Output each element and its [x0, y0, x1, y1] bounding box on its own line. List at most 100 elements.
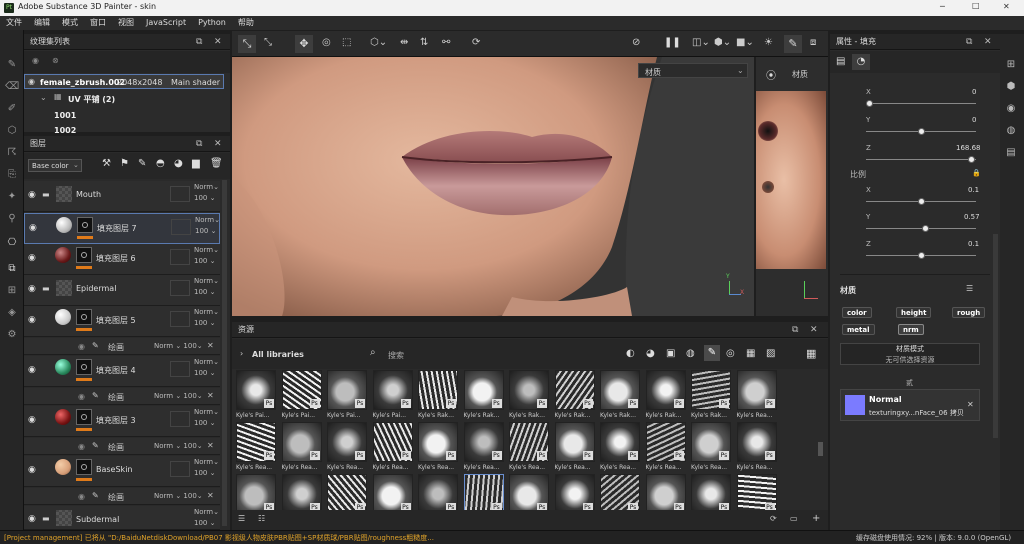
float-icon[interactable]: ⧉: [196, 34, 202, 50]
asset-thumbnail[interactable]: Ps: [327, 474, 367, 510]
maximize-button[interactable]: □: [972, 1, 980, 10]
float-icon[interactable]: ⧉: [792, 322, 798, 338]
paint-sublayer[interactable]: ◉ ✎ 绘画 Norm ⌄ 100⌄ ✕: [24, 438, 220, 455]
display-settings-icon[interactable]: ◈: [5, 306, 19, 320]
asset-thumbnail[interactable]: Ps: [600, 370, 640, 410]
asset-thumbnail[interactable]: Ps: [645, 474, 686, 510]
geometry-fill-icon[interactable]: ⬡: [5, 124, 19, 138]
environment-icon[interactable]: ◉: [1004, 102, 1018, 116]
layer-folder-mouth[interactable]: ◉ ▬ Mouth Norm⌄ 100 ⌄: [24, 181, 220, 212]
rotate-icon[interactable]: ◎: [322, 37, 331, 48]
light-icon[interactable]: ☀: [764, 37, 773, 48]
asset-thumbnail[interactable]: Ps: [554, 370, 595, 410]
paint-sublayer[interactable]: ◉ ✎ 绘画 Norm ⌄ 100⌄ ✕: [24, 338, 220, 355]
asset-thumbnail[interactable]: Ps: [281, 474, 322, 510]
filter-images-icon[interactable]: ▨: [766, 348, 775, 359]
eye-icon[interactable]: ◉: [28, 77, 35, 86]
asset-thumbnail[interactable]: Ps: [463, 422, 504, 462]
add-asset-icon[interactable]: +: [812, 513, 820, 524]
paint-sublayer[interactable]: ◉ ✎ 绘画 Norm ⌄ 100⌄ ✕: [24, 388, 220, 405]
menu-window[interactable]: 窗口: [84, 16, 112, 30]
material-mode-box[interactable]: 材质模式 无可供选择资源: [840, 343, 980, 365]
channel-color[interactable]: color: [842, 307, 872, 318]
sublayer-blend[interactable]: Norm ⌄ 100⌄: [154, 392, 203, 400]
scale-y-slider[interactable]: [866, 228, 976, 229]
scale-y-knob[interactable]: [922, 225, 929, 232]
float-icon[interactable]: ⧉: [966, 34, 972, 50]
asset-thumbnail[interactable]: Ps: [236, 370, 276, 410]
link-icon[interactable]: ⊗: [52, 56, 59, 65]
scale-z-value[interactable]: 0.1: [968, 240, 979, 248]
asset-thumbnail[interactable]: Ps: [236, 474, 276, 510]
asset-thumbnail[interactable]: Ps: [554, 422, 595, 462]
asset-thumbnail[interactable]: Ps: [509, 474, 549, 510]
clone-tool-icon[interactable]: ⎘: [5, 168, 19, 182]
assets-scrollbar[interactable]: [818, 442, 823, 456]
eye-icon[interactable]: ◉: [29, 223, 37, 233]
effects-icon[interactable]: ⚒: [102, 158, 111, 169]
remove-texture-icon[interactable]: ✕: [967, 400, 974, 409]
display-icon[interactable]: ⬢: [1004, 80, 1018, 94]
menu-edit[interactable]: 编辑: [28, 16, 56, 30]
asset-thumbnail[interactable]: Ps: [691, 370, 731, 410]
asset-thumbnail[interactable]: Ps: [281, 422, 322, 462]
split-view-icon[interactable]: ◫⌄: [692, 37, 710, 48]
pos-y-knob[interactable]: [918, 128, 925, 135]
asset-thumbnail[interactable]: Ps: [463, 474, 504, 510]
cube-display-icon[interactable]: ⬢⌄: [714, 37, 731, 48]
pos-x-slider[interactable]: [866, 103, 976, 104]
lock-icon[interactable]: 🔒: [972, 169, 981, 177]
brush-mode-icon[interactable]: ✎: [784, 35, 802, 53]
add-fill-layer-icon[interactable]: ◓: [156, 158, 165, 169]
layer-folder-subdermal[interactable]: ◉ ▬ Subdermal Norm⌄ 100 ⌄: [24, 506, 220, 530]
all-libraries-link[interactable]: All libraries: [252, 350, 304, 359]
eye-icon[interactable]: ◉: [78, 342, 85, 351]
material-dropdown[interactable]: 材质 ⌄: [638, 63, 748, 78]
remove-icon[interactable]: ✕: [207, 391, 214, 400]
link-icon[interactable]: ⚯: [442, 37, 450, 48]
asset-thumbnail[interactable]: Ps: [645, 370, 686, 410]
asset-thumbnail[interactable]: Ps: [327, 370, 367, 410]
filter-smart-materials-icon[interactable]: ◕: [646, 348, 655, 359]
blend-mode[interactable]: Norm⌄ 100 ⌄: [194, 307, 219, 329]
uv-tile-1001[interactable]: 1001: [54, 111, 76, 120]
screenshot-icon[interactable]: ⧈: [810, 37, 816, 48]
scale-z-knob[interactable]: [918, 252, 925, 259]
blend-mode[interactable]: Norm⌄ 100 ⌄: [194, 276, 219, 298]
layer-fill-5[interactable]: ◉ 填充图层 5 Norm⌄ 100 ⌄: [24, 306, 220, 337]
material-picker-icon[interactable]: ✦: [5, 190, 19, 204]
asset-thumbnail[interactable]: Ps: [600, 474, 640, 510]
sublayer-blend[interactable]: Norm ⌄ 100⌄: [154, 342, 203, 350]
asset-thumbnail[interactable]: Ps: [509, 370, 549, 410]
close-panel-icon[interactable]: ✕: [214, 136, 222, 152]
asset-thumbnail[interactable]: Ps: [691, 474, 731, 510]
uv-tiles-row[interactable]: ⌄ ▦ UV 平铺 (2): [24, 91, 224, 105]
filter-materials-icon[interactable]: ◐: [626, 348, 635, 359]
scale-y-value[interactable]: 0.57: [964, 213, 980, 221]
eye-icon[interactable]: ◉: [28, 190, 36, 200]
asset-thumbnail[interactable]: Ps: [327, 422, 367, 462]
menu-help[interactable]: 帮助: [232, 16, 260, 30]
menu-view[interactable]: 视图: [112, 16, 140, 30]
asset-thumbnail[interactable]: Ps: [372, 474, 413, 510]
asset-thumbnail[interactable]: Ps: [736, 474, 777, 510]
normal-texture-slot[interactable]: Normal texturingxy...nFace_06 拷贝 ✕: [840, 389, 980, 421]
new-folder-icon[interactable]: ▭: [790, 514, 798, 523]
blend-mode[interactable]: Norm⌄ 100 ⌄: [194, 182, 219, 204]
pos-y-value[interactable]: 0: [972, 116, 976, 124]
eye-icon[interactable]: ◉: [28, 284, 36, 294]
pos-z-slider[interactable]: [866, 159, 976, 160]
hide-icon[interactable]: ⊘: [632, 37, 640, 48]
add-folder-icon[interactable]: ▆: [192, 158, 200, 169]
remove-icon[interactable]: ✕: [207, 491, 214, 500]
texture-set-settings-icon[interactable]: ⚙: [5, 328, 19, 342]
asset-thumbnail[interactable]: Ps: [418, 370, 458, 410]
view-options-icon[interactable]: ⦿: [766, 67, 776, 82]
filter-list-icon[interactable]: ☷: [258, 514, 265, 523]
channel-nrm[interactable]: nrm: [898, 324, 924, 335]
layer-fill-6[interactable]: ◉ 填充图层 6 Norm⌄ 100 ⌄: [24, 244, 220, 275]
filter-environments-icon[interactable]: ▦: [746, 348, 755, 359]
layers-panel-icon[interactable]: ⧉: [5, 262, 19, 276]
add-mask-icon[interactable]: ⚑: [120, 158, 129, 169]
eye-icon[interactable]: ◉: [28, 415, 36, 425]
